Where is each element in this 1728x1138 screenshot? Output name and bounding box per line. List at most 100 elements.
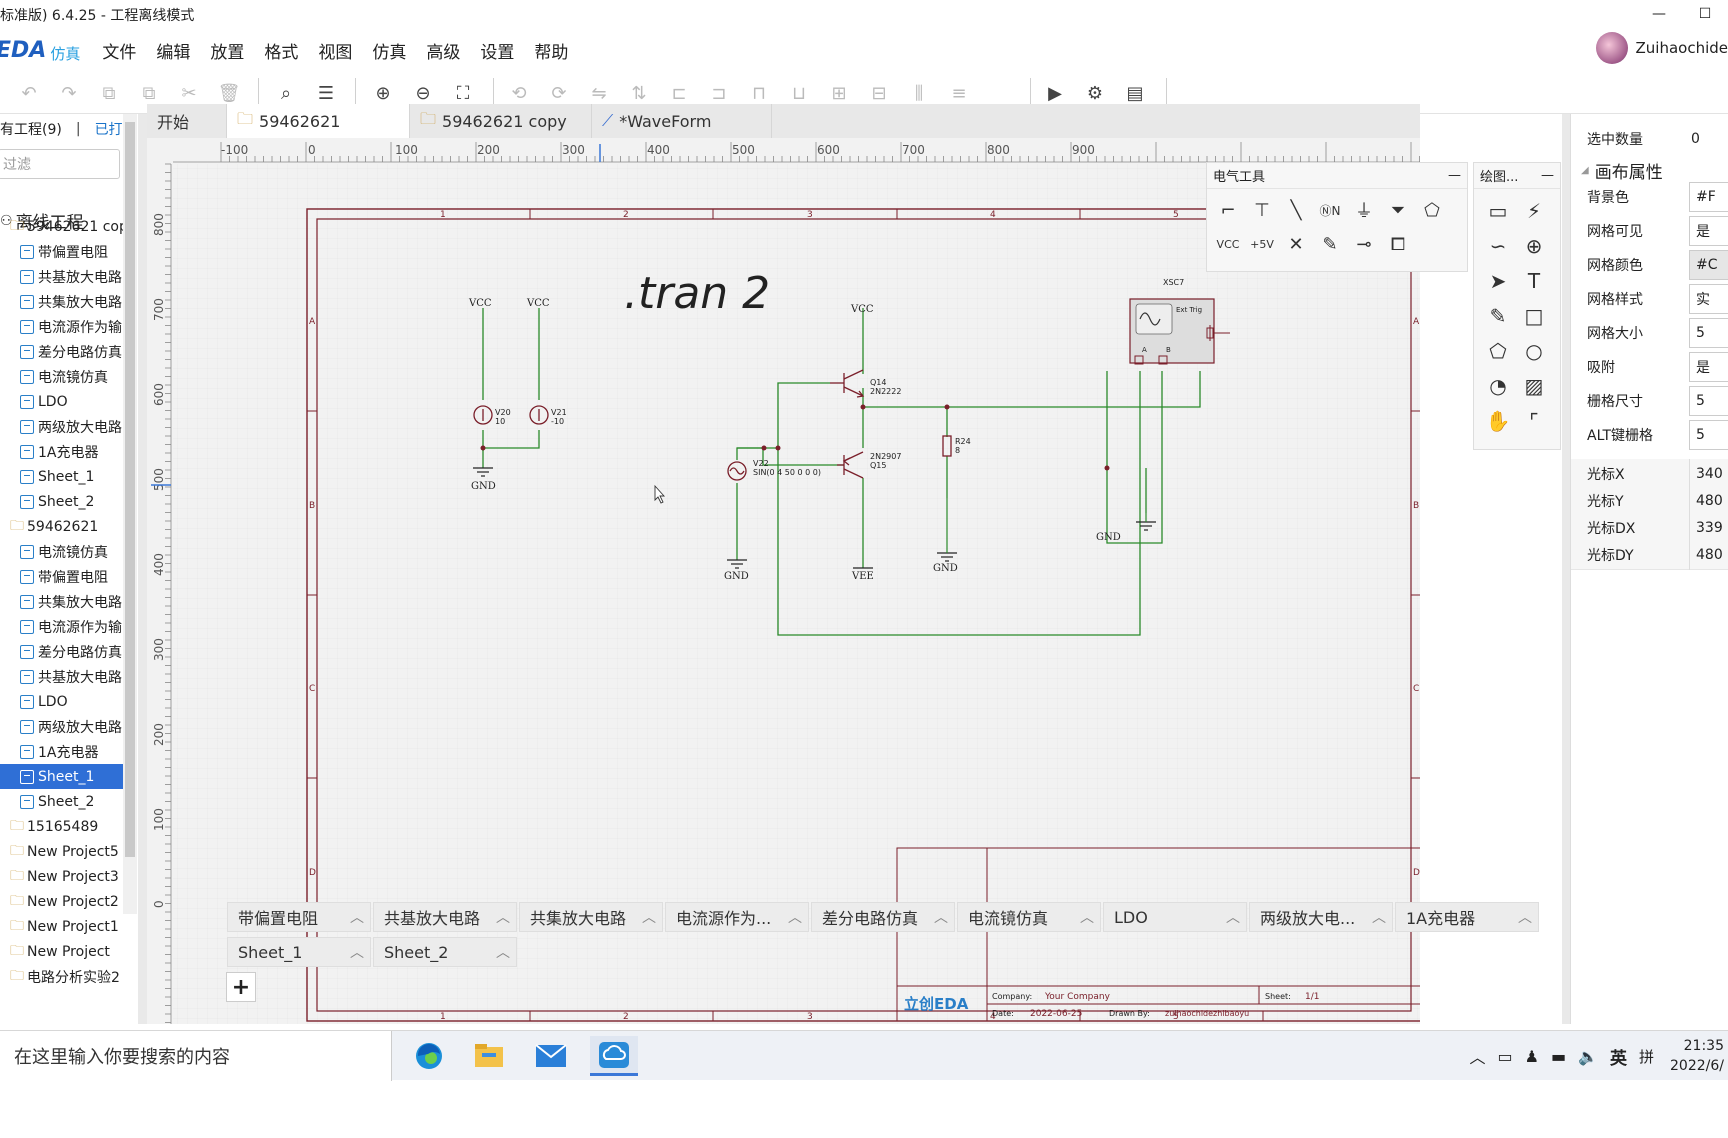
tree-sheet[interactable]: 电流镜仿真 [0, 539, 132, 564]
hand-icon[interactable]: ✋ [1480, 403, 1516, 438]
file-explorer-icon[interactable] [465, 1036, 513, 1076]
cut-icon[interactable]: ✂ [176, 80, 202, 106]
sheet-tab[interactable]: LDO︿ [1103, 902, 1247, 932]
tab-waveform[interactable]: ⟋*WaveForm [592, 104, 772, 138]
no-connect-icon[interactable]: ✕ [1279, 227, 1313, 261]
menu-simulate[interactable]: 仿真 [372, 38, 406, 63]
tree-sheet[interactable]: 两级放大电路 [0, 414, 132, 439]
menu-help[interactable]: 帮助 [534, 38, 568, 63]
rotate-left-icon[interactable]: ⟲ [506, 80, 532, 106]
vcc-icon[interactable]: VCC [1211, 227, 1245, 261]
tab-open-projects[interactable]: 已打 [95, 119, 123, 139]
tree-sheet[interactable]: 共基放大电路 [0, 264, 132, 289]
filter-input[interactable]: 过滤 [0, 149, 120, 179]
polyline-icon[interactable]: ⚡ [1516, 193, 1552, 228]
tree-folder[interactable]: 🗀59462621 copy [0, 214, 132, 239]
menu-file[interactable]: 文件 [102, 38, 136, 63]
prop-value-input[interactable]: #F [1689, 182, 1728, 212]
edge-browser-icon[interactable] [405, 1036, 453, 1076]
tree-folder[interactable]: 🗀New Project3 [0, 864, 132, 889]
chevron-up-icon[interactable]: ︿ [1518, 907, 1532, 927]
ime-language[interactable]: 英 [1610, 1044, 1627, 1069]
menu-place[interactable]: 放置 [210, 38, 244, 63]
redo-icon[interactable]: ↷ [56, 80, 82, 106]
find-list-icon[interactable]: ☰ [313, 80, 339, 106]
gear-icon[interactable]: ⚙ [1082, 80, 1108, 106]
username[interactable]: Zuihaochide [1636, 39, 1728, 57]
distribute-v-icon[interactable]: ≡ [946, 80, 972, 106]
tree-sheet[interactable]: Sheet_1 [0, 764, 132, 789]
align-center-v-icon[interactable]: ⊟ [866, 80, 892, 106]
flip-h-icon[interactable]: ⇋ [586, 80, 612, 106]
volume-icon[interactable]: 🔈 [1578, 1047, 1598, 1066]
chevron-up-icon[interactable]: ︿ [496, 907, 510, 927]
align-center-h-icon[interactable]: ⊞ [826, 80, 852, 106]
right-splitter[interactable] [1562, 114, 1570, 1024]
menu-settings[interactable]: 设置 [480, 38, 514, 63]
bus-entry-icon[interactable]: ⊤ [1245, 193, 1279, 227]
tab-all-projects[interactable]: 有工程(9) [0, 119, 62, 139]
align-top-icon[interactable]: ⊓ [746, 80, 772, 106]
chevron-up-icon[interactable]: ︿ [1469, 1044, 1485, 1068]
prop-value-input[interactable]: 5 [1689, 386, 1728, 416]
group-icon[interactable]: ⧠ [1381, 227, 1415, 261]
taskbar-search-input[interactable]: 在这里输入你要搜索的内容 [0, 1031, 392, 1081]
tree-folder[interactable]: 🗀59462621 [0, 514, 132, 539]
maximize-button[interactable]: ☐ [1682, 0, 1728, 28]
net-port-icon[interactable]: ⬠ [1415, 193, 1449, 227]
rotate-right-icon[interactable]: ⟳ [546, 80, 572, 106]
menu-view[interactable]: 视图 [318, 38, 352, 63]
tree-sheet[interactable]: 两级放大电路 [0, 714, 132, 739]
menu-format[interactable]: 格式 [264, 38, 298, 63]
align-bottom-icon[interactable]: ⊔ [786, 80, 812, 106]
sheet-tab[interactable]: Sheet_1︿ [227, 937, 371, 967]
connector-icon[interactable]: ⌜ [1516, 403, 1552, 438]
tree-sheet[interactable]: 差分电路仿真 [0, 339, 132, 364]
mail-icon[interactable] [527, 1036, 575, 1076]
sheet-tab[interactable]: 1A充电器︿ [1395, 902, 1539, 932]
menu-edit[interactable]: 编辑 [156, 38, 190, 63]
tree-scrollbar[interactable] [123, 114, 137, 914]
tree-folder[interactable]: 🗀15165489 [0, 814, 132, 839]
net-port-down-icon[interactable]: ⏷ [1381, 193, 1415, 227]
distribute-h-icon[interactable]: ⫼ [906, 80, 932, 106]
ground-icon[interactable]: ⏚ [1347, 193, 1381, 227]
tab-project-copy[interactable]: 🗀59462621 copy [410, 104, 592, 138]
prop-value-input[interactable]: 是 [1689, 352, 1728, 382]
chevron-up-icon[interactable]: ︿ [1226, 907, 1240, 927]
easyeda-taskbar-icon[interactable] [590, 1036, 638, 1076]
sheet-tab[interactable]: 电流镜仿真︿ [957, 902, 1101, 932]
qq-icon[interactable]: ♟ [1525, 1047, 1539, 1066]
arc-icon[interactable]: ⊕ [1516, 228, 1552, 263]
tree-sheet[interactable]: 差分电路仿真 [0, 639, 132, 664]
collapse-icon[interactable]: — [1448, 168, 1461, 183]
sheet-tab[interactable]: 带偏置电阻︿ [227, 902, 371, 932]
tree-folder[interactable]: 🗀New Project5 [0, 839, 132, 864]
sheet-tab[interactable]: Sheet_2︿ [373, 937, 517, 967]
zoom-out-icon[interactable]: ⊖ [410, 80, 436, 106]
ime-mode[interactable]: 拼 [1639, 1046, 1654, 1067]
tree-sheet[interactable]: Sheet_2 [0, 489, 132, 514]
chevron-up-icon[interactable]: ︿ [788, 907, 802, 927]
tree-sheet[interactable]: Sheet_1 [0, 464, 132, 489]
sheet-tab[interactable]: 电流源作为...︿ [665, 902, 809, 932]
net-label-icon[interactable]: ⓃN [1313, 193, 1347, 227]
tree-folder[interactable]: 🗀New Project2 [0, 889, 132, 914]
sheet-tab[interactable]: 共基放大电路︿ [373, 902, 517, 932]
line-icon[interactable]: ╲ [1279, 193, 1313, 227]
delete-icon[interactable]: 🗑 [216, 80, 242, 106]
run-simulation-icon[interactable]: ▶ [1042, 80, 1068, 106]
sheet-tab[interactable]: 两级放大电...︿ [1249, 902, 1393, 932]
collapse-icon[interactable]: — [1541, 168, 1554, 183]
tran-directive[interactable]: .tran 2 [624, 268, 770, 319]
image-icon[interactable]: ▨ [1516, 368, 1552, 403]
prop-value-input[interactable]: 5 [1689, 420, 1728, 450]
tree-sheet[interactable]: 电流镜仿真 [0, 364, 132, 389]
plus5v-icon[interactable]: +5V [1245, 227, 1279, 261]
network-icon[interactable]: ▭ [1497, 1047, 1512, 1066]
chevron-up-icon[interactable]: ︿ [350, 942, 364, 962]
prop-value-input[interactable]: #C [1689, 250, 1728, 280]
pie-icon[interactable]: ◔ [1480, 368, 1516, 403]
search-icon[interactable]: ⌕ [273, 80, 299, 106]
tab-project[interactable]: 🗀59462621 [227, 104, 410, 138]
